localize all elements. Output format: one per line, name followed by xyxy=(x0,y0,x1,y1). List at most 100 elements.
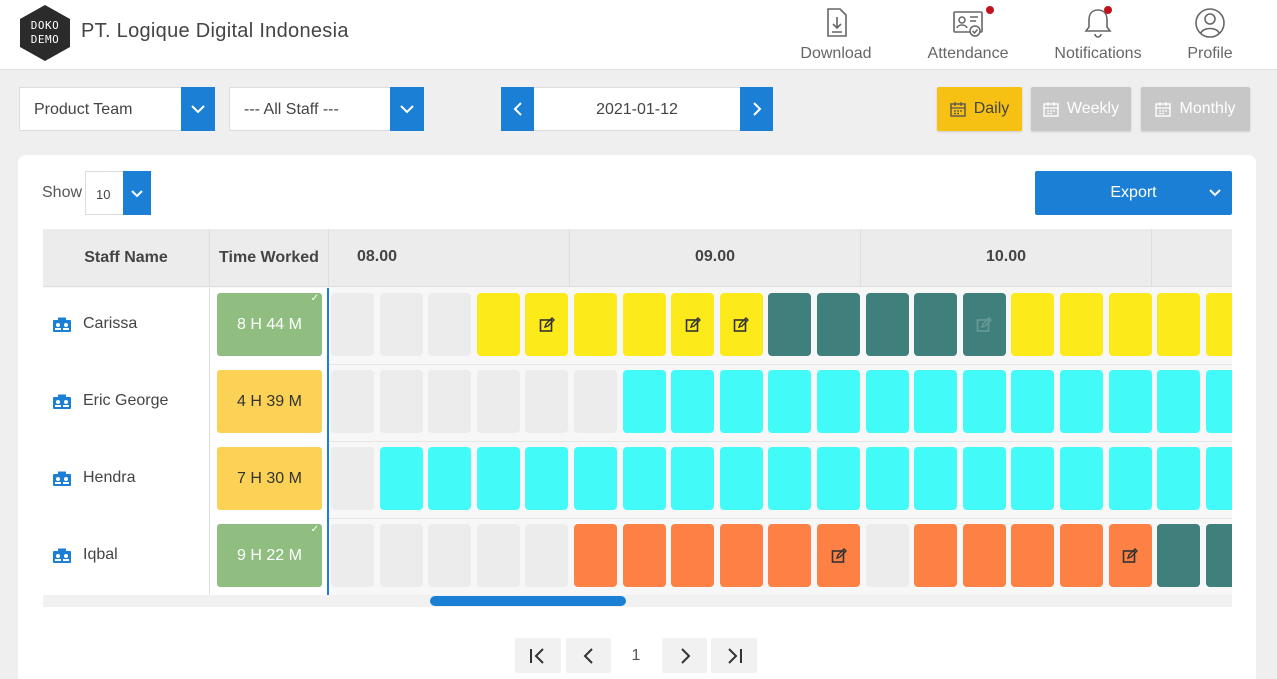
shift-slot-cyan[interactable] xyxy=(622,447,666,510)
shift-slot-orange[interactable] xyxy=(719,524,763,587)
prev-page-button[interactable] xyxy=(566,638,611,673)
shift-slot-cyan[interactable] xyxy=(1011,447,1055,510)
staff-name[interactable]: Eric George xyxy=(83,392,168,410)
horizontal-scrollbar[interactable] xyxy=(43,595,1232,607)
shift-slot-teal[interactable] xyxy=(962,293,1006,356)
shift-slot-cyan[interactable] xyxy=(574,447,617,510)
shift-slot-cyan[interactable] xyxy=(1157,447,1201,510)
shift-slot-orange[interactable] xyxy=(768,524,812,587)
shift-slot-orange[interactable] xyxy=(962,524,1006,587)
shift-slot-cyan[interactable] xyxy=(1060,447,1103,510)
empty-slot[interactable] xyxy=(476,524,520,587)
empty-slot[interactable] xyxy=(865,524,909,587)
show-entries-select[interactable]: 10 xyxy=(85,171,151,215)
prev-date-button[interactable] xyxy=(501,87,534,131)
shift-slot-cyan[interactable] xyxy=(768,370,812,433)
empty-slot[interactable] xyxy=(379,524,423,587)
shift-slot-cyan[interactable] xyxy=(865,370,909,433)
shift-slot-cyan[interactable] xyxy=(914,447,958,510)
empty-slot[interactable] xyxy=(379,293,423,356)
last-page-button[interactable] xyxy=(711,638,757,673)
shift-slot-yellow[interactable] xyxy=(1108,293,1152,356)
chevron-down-icon[interactable] xyxy=(123,171,151,215)
shift-slot-cyan[interactable] xyxy=(379,447,423,510)
staff-name-cell[interactable]: Hendra xyxy=(43,442,210,519)
nav-download[interactable]: Download xyxy=(795,0,877,70)
empty-slot[interactable] xyxy=(476,370,520,433)
company-logo[interactable]: DOKO DEMO xyxy=(18,4,72,62)
shift-slot-yellow[interactable] xyxy=(1060,293,1103,356)
next-date-button[interactable] xyxy=(740,87,773,131)
shift-slot-cyan[interactable] xyxy=(1157,370,1201,433)
col-staff-name[interactable]: Staff Name xyxy=(43,229,210,287)
staff-name-cell[interactable]: Iqbal xyxy=(43,519,210,596)
staff-name[interactable]: Iqbal xyxy=(83,546,118,564)
shift-slot-cyan[interactable] xyxy=(1011,370,1055,433)
nav-profile[interactable]: Profile xyxy=(1180,0,1240,70)
view-daily-button[interactable]: Daily xyxy=(937,87,1022,131)
team-select[interactable]: Product Team xyxy=(19,87,215,131)
shift-slot-orange[interactable] xyxy=(574,524,617,587)
empty-slot[interactable] xyxy=(428,370,472,433)
page-number-current[interactable]: 1 xyxy=(616,638,656,673)
next-page-button[interactable] xyxy=(662,638,707,673)
shift-slot-yellow[interactable] xyxy=(719,293,763,356)
chevron-down-icon[interactable] xyxy=(390,87,424,131)
date-value[interactable]: 2021-01-12 xyxy=(536,101,738,119)
shift-slot-orange[interactable] xyxy=(622,524,666,587)
shift-slot-orange[interactable] xyxy=(817,524,860,587)
shift-slot-cyan[interactable] xyxy=(476,447,520,510)
empty-slot[interactable] xyxy=(331,524,374,587)
shift-slot-orange[interactable] xyxy=(914,524,958,587)
shift-slot-teal[interactable] xyxy=(865,293,909,356)
shift-slot-orange[interactable] xyxy=(1060,524,1103,587)
view-monthly-button[interactable]: Monthly xyxy=(1141,87,1250,131)
nav-attendance[interactable]: Attendance xyxy=(923,0,1013,70)
empty-slot[interactable] xyxy=(331,293,374,356)
shift-slot-cyan[interactable] xyxy=(768,447,812,510)
export-button[interactable]: Export xyxy=(1035,171,1232,215)
shift-slot-cyan[interactable] xyxy=(817,447,860,510)
shift-slot-cyan[interactable] xyxy=(428,447,472,510)
first-page-button[interactable] xyxy=(515,638,561,673)
staff-select[interactable]: --- All Staff --- xyxy=(229,87,424,131)
chevron-down-icon[interactable] xyxy=(181,87,215,131)
empty-slot[interactable] xyxy=(331,447,374,510)
shift-slot-cyan[interactable] xyxy=(1205,447,1232,510)
shift-slot-orange[interactable] xyxy=(1108,524,1152,587)
view-weekly-button[interactable]: Weekly xyxy=(1031,87,1131,131)
empty-slot[interactable] xyxy=(428,293,472,356)
shift-slot-cyan[interactable] xyxy=(1060,370,1103,433)
shift-slot-teal[interactable] xyxy=(768,293,812,356)
empty-slot[interactable] xyxy=(525,370,569,433)
shift-slot-cyan[interactable] xyxy=(914,370,958,433)
shift-slot-cyan[interactable] xyxy=(817,370,860,433)
nav-notifications[interactable]: Notifications xyxy=(1051,0,1145,70)
shift-slot-orange[interactable] xyxy=(1011,524,1055,587)
shift-slot-yellow[interactable] xyxy=(1157,293,1201,356)
shift-slot-cyan[interactable] xyxy=(719,447,763,510)
col-time-worked[interactable]: Time Worked xyxy=(210,229,329,287)
shift-slot-cyan[interactable] xyxy=(719,370,763,433)
shift-slot-cyan[interactable] xyxy=(1108,370,1152,433)
shift-slot-cyan[interactable] xyxy=(865,447,909,510)
shift-slot-yellow[interactable] xyxy=(525,293,569,356)
shift-slot-cyan[interactable] xyxy=(671,447,715,510)
staff-name[interactable]: Hendra xyxy=(83,469,135,487)
shift-slot-cyan[interactable] xyxy=(1108,447,1152,510)
empty-slot[interactable] xyxy=(379,370,423,433)
empty-slot[interactable] xyxy=(525,524,569,587)
staff-name[interactable]: Carissa xyxy=(83,315,137,333)
staff-name-cell[interactable]: Carissa xyxy=(43,288,210,365)
shift-slot-teal[interactable] xyxy=(1205,524,1232,587)
scrollbar-thumb[interactable] xyxy=(430,596,626,606)
shift-slot-teal[interactable] xyxy=(817,293,860,356)
shift-slot-teal[interactable] xyxy=(1157,524,1201,587)
date-picker[interactable]: 2021-01-12 xyxy=(501,87,773,131)
empty-slot[interactable] xyxy=(331,370,374,433)
shift-slot-yellow[interactable] xyxy=(1011,293,1055,356)
shift-slot-teal[interactable] xyxy=(914,293,958,356)
staff-name-cell[interactable]: Eric George xyxy=(43,365,210,442)
shift-slot-yellow[interactable] xyxy=(671,293,715,356)
shift-slot-cyan[interactable] xyxy=(671,370,715,433)
